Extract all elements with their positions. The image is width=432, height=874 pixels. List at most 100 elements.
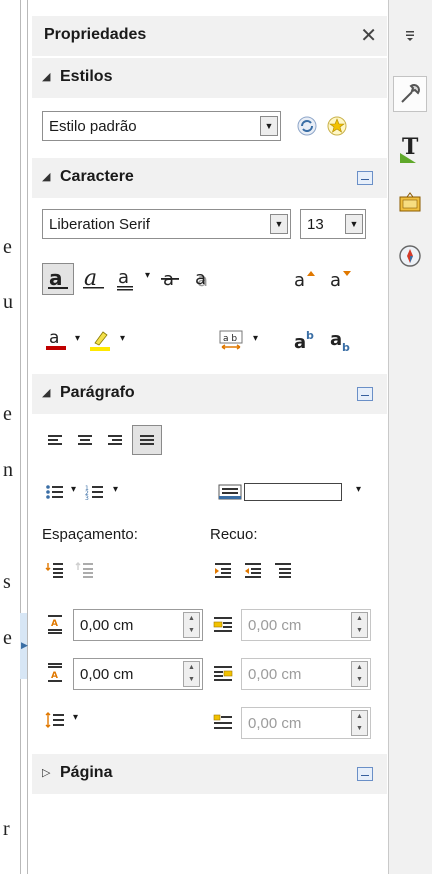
section-title: Estilos xyxy=(60,68,113,85)
spacing-above-input[interactable]: 0,00 cm ▲ ▼ xyxy=(73,609,203,641)
dropdown-arrow-icon[interactable]: ▼ xyxy=(270,214,288,234)
spin-buttons[interactable]: ▲ ▼ xyxy=(183,612,200,638)
font-size-combo[interactable]: 13 ▼ xyxy=(300,209,366,239)
expand-triangle-icon[interactable]: ▷ xyxy=(42,766,50,779)
spacing-below-icon: A xyxy=(42,660,68,686)
highlight-dropdown-arrow[interactable]: ▾ xyxy=(120,333,125,344)
up-arrow-icon[interactable]: ▲ xyxy=(352,711,367,723)
spin-buttons[interactable]: ▲ ▼ xyxy=(351,661,368,687)
collapse-triangle-icon[interactable]: ◢ xyxy=(42,386,50,399)
more-options-icon[interactable] xyxy=(357,387,373,401)
decrease-spacing-icon[interactable] xyxy=(72,557,98,583)
underline-dropdown-arrow[interactable]: ▾ xyxy=(145,270,150,281)
down-arrow-icon[interactable]: ▼ xyxy=(352,625,367,637)
close-icon[interactable]: ✕ xyxy=(360,23,377,48)
gallery-icon xyxy=(399,192,421,212)
decrease-font-size-icon[interactable]: a xyxy=(326,265,356,293)
align-right-icon[interactable] xyxy=(102,426,128,454)
font-color-icon[interactable]: a xyxy=(42,326,70,354)
decrease-indent-icon[interactable] xyxy=(240,557,266,583)
background-dropdown-arrow[interactable]: ▾ xyxy=(356,484,361,495)
more-options-icon[interactable] xyxy=(357,767,373,781)
up-arrow-icon[interactable]: ▲ xyxy=(352,662,367,674)
panel-title: Propriedades xyxy=(44,26,147,43)
tab-gallery[interactable] xyxy=(393,184,427,220)
bullets-icon[interactable] xyxy=(42,478,68,506)
indent-before-icon xyxy=(210,611,236,637)
first-line-indent-input[interactable]: 0,00 cm ▲ ▼ xyxy=(241,707,371,739)
svg-text:a: a xyxy=(49,328,59,348)
indent-before-input[interactable]: 0,00 cm ▲ ▼ xyxy=(241,609,371,641)
down-arrow-icon[interactable]: ▼ xyxy=(184,625,199,637)
document-text: r xyxy=(3,818,10,840)
bullets-dropdown-arrow[interactable]: ▾ xyxy=(71,484,76,495)
spacing-below-input[interactable]: 0,00 cm ▲ ▼ xyxy=(73,658,203,690)
increase-font-size-icon[interactable]: a xyxy=(290,265,320,293)
highlight-color-icon[interactable] xyxy=(86,326,114,354)
styles-icon: T xyxy=(400,135,419,163)
navigator-icon xyxy=(399,245,421,267)
collapse-triangle-icon[interactable]: ◢ xyxy=(42,70,50,83)
update-style-icon[interactable] xyxy=(295,113,319,139)
align-center-icon[interactable] xyxy=(72,426,98,454)
dropdown-arrow-icon[interactable]: ▼ xyxy=(260,116,278,136)
indent-after-input[interactable]: 0,00 cm ▲ ▼ xyxy=(241,658,371,690)
spin-value: 0,00 cm xyxy=(248,617,302,634)
down-arrow-icon[interactable]: ▼ xyxy=(352,674,367,686)
spacing-dropdown-arrow[interactable]: ▾ xyxy=(253,333,258,344)
properties-panel: Propriedades ✕ ◢ Estilos Estilo padrão ▼… xyxy=(32,0,387,874)
underline-icon[interactable]: a xyxy=(112,265,140,293)
up-arrow-icon[interactable]: ▲ xyxy=(184,613,199,625)
paragraph-style-combo[interactable]: Estilo padrão ▼ xyxy=(42,111,281,141)
sidebar-menu-button[interactable] xyxy=(393,18,427,54)
more-options-icon[interactable] xyxy=(357,171,373,185)
tab-styles[interactable]: T xyxy=(393,132,427,168)
line-spacing-dropdown-arrow[interactable]: ▾ xyxy=(73,712,78,723)
svg-text:b: b xyxy=(306,329,314,342)
down-arrow-icon[interactable]: ▼ xyxy=(184,674,199,686)
section-character-header[interactable]: ◢ Caractere xyxy=(32,158,387,198)
section-page-header[interactable]: ▷ Página xyxy=(32,754,387,794)
up-arrow-icon[interactable]: ▲ xyxy=(184,662,199,674)
tab-navigator[interactable] xyxy=(393,238,427,274)
character-spacing-icon[interactable]: a b xyxy=(216,326,246,354)
spin-buttons[interactable]: ▲ ▼ xyxy=(351,612,368,638)
shadow-icon[interactable]: aa xyxy=(188,265,216,293)
combo-value: Liberation Serif xyxy=(49,216,150,233)
superscript-icon[interactable]: ab xyxy=(290,326,320,354)
paragraph-background-swatch[interactable] xyxy=(244,483,342,501)
align-left-icon[interactable] xyxy=(42,426,68,454)
paragraph-background-icon[interactable] xyxy=(216,479,244,505)
spin-buttons[interactable]: ▲ ▼ xyxy=(183,661,200,687)
numbering-dropdown-arrow[interactable]: ▾ xyxy=(113,484,118,495)
section-title: Página xyxy=(60,764,113,781)
bold-icon[interactable]: a xyxy=(42,263,74,295)
justify-icon[interactable] xyxy=(132,425,162,455)
hanging-indent-icon[interactable] xyxy=(270,557,296,583)
svg-text:a: a xyxy=(49,268,63,290)
line-spacing-icon[interactable] xyxy=(42,707,68,733)
numbering-icon[interactable]: 123 xyxy=(82,478,108,506)
font-color-dropdown-arrow[interactable]: ▾ xyxy=(75,333,80,344)
document-text: e xyxy=(3,236,12,258)
tab-properties[interactable] xyxy=(393,76,427,112)
new-style-icon[interactable] xyxy=(324,113,350,139)
collapse-triangle-icon[interactable]: ◢ xyxy=(42,170,50,183)
strikethrough-icon[interactable]: a xyxy=(156,265,184,293)
increase-indent-icon[interactable] xyxy=(210,557,236,583)
subscript-icon[interactable]: ab xyxy=(326,326,356,354)
properties-icon xyxy=(401,84,420,103)
increase-spacing-icon[interactable] xyxy=(42,557,68,583)
section-styles-header[interactable]: ◢ Estilos xyxy=(32,58,387,98)
svg-text:a: a xyxy=(330,270,341,291)
up-arrow-icon[interactable]: ▲ xyxy=(352,613,367,625)
section-paragraph-header[interactable]: ◢ Parágrafo xyxy=(32,374,387,414)
down-arrow-icon[interactable]: ▼ xyxy=(352,723,367,735)
dropdown-arrow-icon[interactable]: ▼ xyxy=(345,214,363,234)
svg-text:a: a xyxy=(84,268,97,290)
splitter-line xyxy=(27,0,28,874)
spin-buttons[interactable]: ▲ ▼ xyxy=(351,710,368,736)
svg-text:a: a xyxy=(118,267,129,288)
font-name-combo[interactable]: Liberation Serif ▼ xyxy=(42,209,291,239)
italic-icon[interactable]: a xyxy=(80,265,108,293)
